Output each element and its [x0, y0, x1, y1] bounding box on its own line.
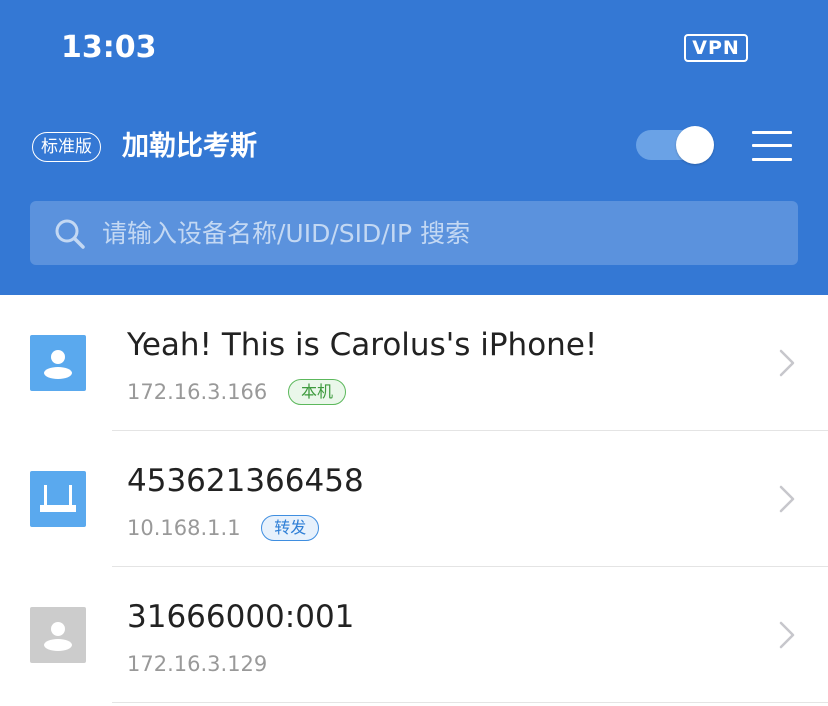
device-ip: 10.168.1.1 — [127, 516, 241, 540]
search-icon — [54, 218, 86, 250]
device-ip-line: 10.168.1.1 转发 — [127, 513, 320, 543]
person-icon — [30, 607, 86, 663]
device-name: Yeah! This is Carolus's iPhone! — [127, 327, 598, 363]
relay-device-tag: 转发 — [261, 515, 320, 541]
device-row[interactable]: Yeah! This is Carolus's iPhone! 172.16.3… — [0, 295, 828, 431]
chevron-right-icon — [778, 349, 796, 377]
local-device-tag: 本机 — [287, 379, 346, 405]
search-bar[interactable] — [30, 201, 798, 265]
device-row[interactable]: 453621366458 10.168.1.1 转发 — [0, 431, 828, 567]
device-name: 31666000:001 — [127, 599, 355, 635]
device-ip-line: 172.16.3.129 — [127, 649, 267, 679]
device-ip: 172.16.3.166 — [127, 380, 268, 404]
search-input[interactable] — [102, 201, 782, 265]
chevron-right-icon — [778, 485, 796, 513]
person-icon — [30, 335, 86, 391]
hamburger-menu-icon[interactable] — [752, 128, 792, 164]
device-ip: 172.16.3.129 — [127, 652, 268, 676]
toggle-knob — [676, 126, 714, 164]
vpn-toggle[interactable] — [636, 126, 716, 164]
vpn-status-badge: VPN — [684, 34, 748, 62]
edition-badge: 标准版 — [32, 132, 101, 162]
router-icon — [30, 471, 86, 527]
app-header: 13:03 VPN 标准版 加勒比考斯 — [0, 0, 828, 295]
row-divider — [112, 702, 828, 703]
network-name[interactable]: 加勒比考斯 — [122, 128, 257, 166]
chevron-right-icon — [778, 621, 796, 649]
device-list: Yeah! This is Carolus's iPhone! 172.16.3… — [0, 295, 828, 703]
status-time: 13:03 — [61, 30, 157, 65]
device-row[interactable]: 31666000:001 172.16.3.129 — [0, 567, 828, 703]
device-name: 453621366458 — [127, 463, 364, 499]
device-ip-line: 172.16.3.166 本机 — [127, 377, 346, 407]
